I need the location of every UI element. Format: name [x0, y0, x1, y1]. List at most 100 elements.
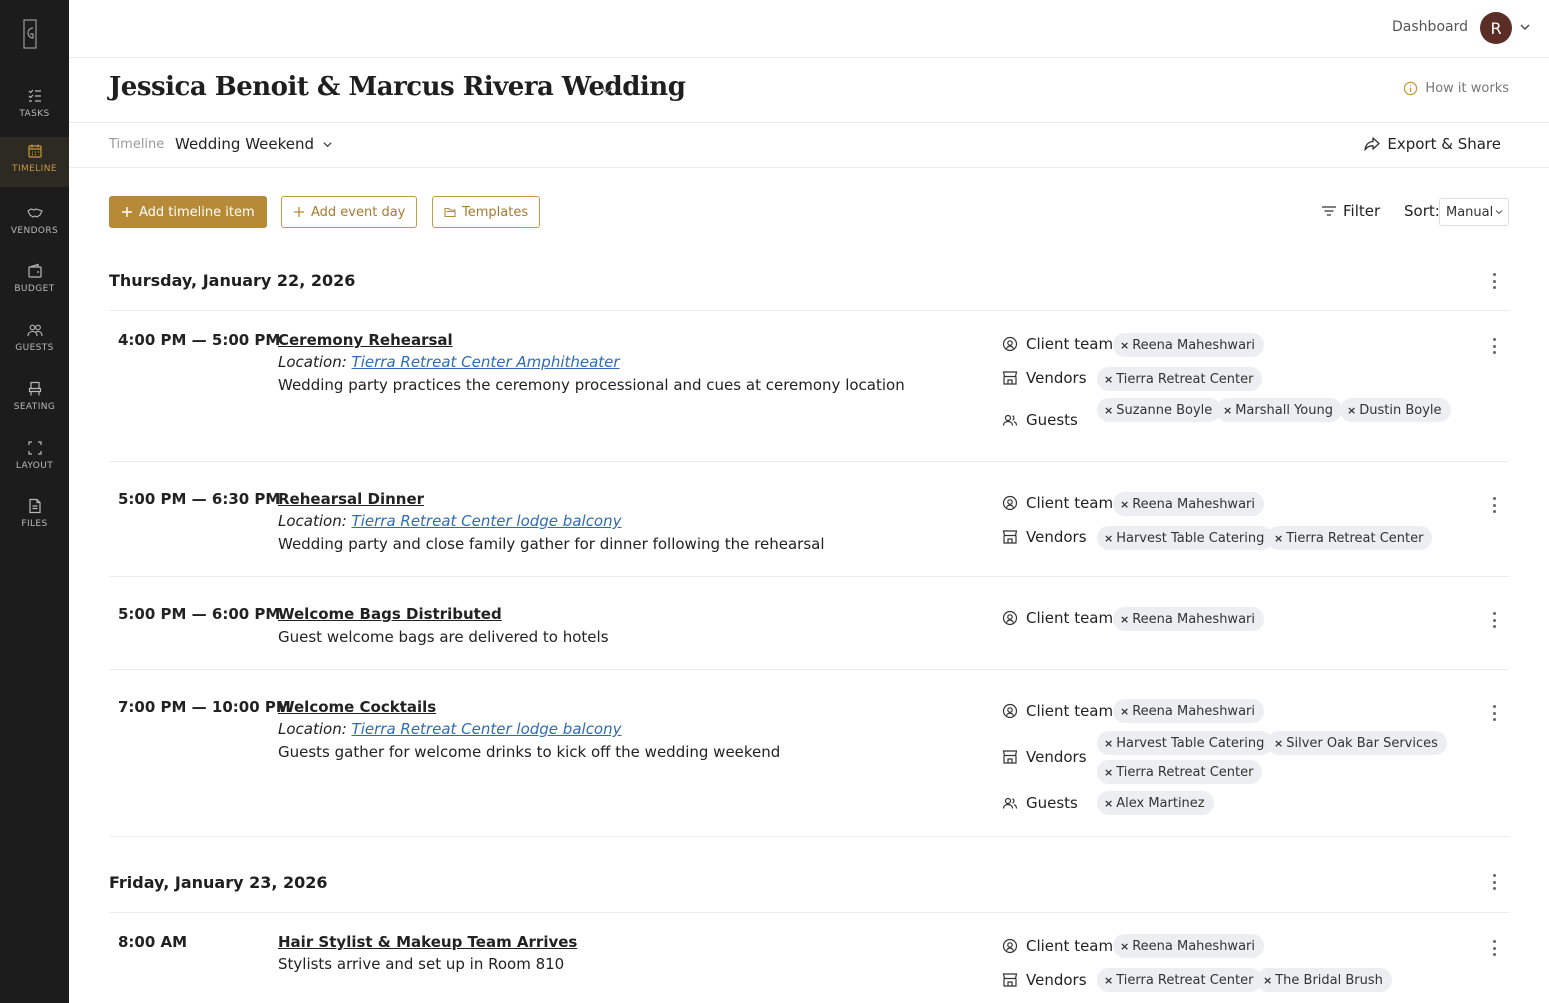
remove-icon[interactable]: × — [1120, 339, 1129, 352]
role-vendors: Vendors — [1002, 748, 1087, 766]
remove-icon[interactable]: × — [1120, 613, 1129, 626]
vendor-chip[interactable]: × Tierra Retreat Center — [1097, 367, 1263, 391]
remove-icon[interactable]: × — [1104, 404, 1113, 417]
nav-item-seating[interactable]: SEATING — [0, 375, 69, 427]
templates-button[interactable]: Templates — [432, 196, 541, 228]
remove-icon[interactable]: × — [1223, 404, 1232, 417]
sort-select[interactable]: Manual — [1439, 198, 1509, 226]
remove-icon[interactable]: × — [1274, 532, 1283, 545]
handshake-icon — [26, 208, 43, 218]
nav-label: VENDORS — [10, 226, 59, 236]
vendor-chip[interactable]: × Tierra Retreat Center — [1097, 760, 1263, 784]
remove-icon[interactable]: × — [1347, 404, 1356, 417]
location-link[interactable]: Tierra Retreat Center lodge balcony — [352, 720, 622, 738]
divider — [109, 310, 1509, 311]
vendor-chip[interactable]: × Tierra Retreat Center — [1097, 968, 1263, 992]
day-more-options-icon[interactable] — [1492, 273, 1496, 289]
nav-item-budget[interactable]: BUDGET — [0, 257, 69, 309]
plus-icon — [294, 207, 304, 217]
guests-icon — [1002, 797, 1018, 809]
nav-label: LAYOUT — [15, 461, 54, 471]
tasks-icon — [28, 89, 41, 102]
nav-label: FILES — [21, 519, 48, 529]
nav-item-tasks[interactable]: TASKS — [0, 82, 69, 134]
chip-label: Harvest Table Catering — [1116, 530, 1265, 546]
how-it-works-link[interactable]: How it works — [1403, 81, 1509, 96]
remove-icon[interactable]: × — [1104, 766, 1113, 779]
client-team-icon — [1002, 610, 1018, 626]
filter-button[interactable]: Filter — [1321, 202, 1380, 220]
remove-icon[interactable]: × — [1104, 373, 1113, 386]
remove-icon[interactable]: × — [1274, 737, 1283, 750]
remove-icon[interactable]: × — [1104, 532, 1113, 545]
item-more-options-icon[interactable] — [1492, 940, 1496, 956]
remove-icon[interactable]: × — [1104, 797, 1113, 810]
day-more-options-icon[interactable] — [1492, 874, 1496, 890]
client-team-chip[interactable]: × Reena Maheshwari — [1113, 333, 1264, 357]
item-title[interactable]: Welcome Cocktails — [278, 698, 436, 716]
plus-icon — [122, 207, 132, 217]
item-title[interactable]: Hair Stylist & Makeup Team Arrives — [278, 933, 577, 951]
role-vendors: Vendors — [1002, 528, 1087, 546]
chip-label: Tierra Retreat Center — [1116, 764, 1254, 780]
role-client-team: Client team — [1002, 494, 1113, 512]
nav-item-layout[interactable]: LAYOUT — [0, 434, 69, 486]
nav-item-files[interactable]: FILES — [0, 492, 69, 544]
remove-icon[interactable]: × — [1104, 974, 1113, 987]
role-label: Client team — [1026, 494, 1114, 512]
avatar[interactable]: R — [1480, 12, 1512, 44]
how-it-works-label: How it works — [1425, 81, 1509, 96]
client-team-chip[interactable]: × Reena Maheshwari — [1113, 699, 1264, 723]
timeline-select[interactable]: Wedding Weekend — [175, 135, 333, 153]
role-label: Vendors — [1026, 369, 1087, 387]
item-more-options-icon[interactable] — [1492, 338, 1496, 354]
role-label: Vendors — [1026, 528, 1087, 546]
remove-icon[interactable]: × — [1120, 498, 1129, 511]
remove-icon[interactable]: × — [1263, 974, 1272, 987]
location-link[interactable]: Tierra Retreat Center Amphitheater — [352, 353, 620, 371]
vendor-chip[interactable]: × Silver Oak Bar Services — [1267, 731, 1447, 755]
vendor-chip[interactable]: × Harvest Table Catering — [1097, 731, 1274, 755]
item-time: 8:00 AM — [118, 933, 188, 951]
expand-icon — [27, 441, 42, 455]
nav-item-vendors[interactable]: VENDORS — [0, 199, 69, 251]
client-team-chip[interactable]: × Reena Maheshwari — [1113, 607, 1264, 631]
client-team-chip[interactable]: × Reena Maheshwari — [1113, 492, 1264, 516]
guest-chip[interactable]: × Suzanne Boyle — [1097, 398, 1222, 422]
app-logo[interactable] — [22, 18, 38, 50]
nav-item-guests[interactable]: GUESTS — [0, 316, 69, 368]
timeline-select-value: Wedding Weekend — [175, 135, 315, 153]
item-title[interactable]: Rehearsal Dinner — [278, 490, 424, 508]
guest-chip[interactable]: × Alex Martinez — [1097, 791, 1214, 815]
chip-label: Reena Maheshwari — [1132, 611, 1255, 627]
store-icon — [1002, 973, 1018, 987]
item-title[interactable]: Welcome Bags Distributed — [278, 605, 502, 623]
vendor-chip[interactable]: × Tierra Retreat Center — [1267, 526, 1433, 550]
remove-icon[interactable]: × — [1120, 705, 1129, 718]
item-time: 4:00 PM — 5:00 PM — [118, 331, 281, 349]
remove-icon[interactable]: × — [1120, 940, 1129, 953]
item-more-options-icon[interactable] — [1492, 612, 1496, 628]
add-event-day-button[interactable]: Add event day — [281, 196, 418, 228]
item-location: Location: Tierra Retreat Center lodge ba… — [278, 512, 622, 530]
item-more-options-icon[interactable] — [1492, 497, 1496, 513]
dashboard-link[interactable]: Dashboard — [1392, 19, 1468, 35]
item-more-options-icon[interactable] — [1492, 705, 1496, 721]
vendor-chip[interactable]: × Harvest Table Catering — [1097, 526, 1274, 550]
guest-chip[interactable]: × Marshall Young — [1216, 398, 1342, 422]
chip-label: Silver Oak Bar Services — [1286, 735, 1438, 751]
vendor-chip[interactable]: × The Bridal Brush — [1256, 968, 1392, 992]
location-link[interactable]: Tierra Retreat Center lodge balcony — [352, 512, 622, 530]
remove-icon[interactable]: × — [1104, 737, 1113, 750]
nav-item-timeline[interactable]: TIMELINE — [0, 137, 69, 187]
role-label: Client team — [1026, 702, 1114, 720]
add-timeline-item-button[interactable]: Add timeline item — [109, 196, 267, 228]
guest-chip[interactable]: × Dustin Boyle — [1340, 398, 1451, 422]
chevron-down-icon[interactable] — [600, 83, 614, 97]
page-header: Jessica Benoit & Marcus Rivera Wedding H… — [69, 58, 1549, 123]
item-title[interactable]: Ceremony Rehearsal — [278, 331, 453, 349]
export-share-button[interactable]: Export & Share — [1363, 135, 1501, 153]
chevron-down-icon[interactable] — [1519, 21, 1531, 33]
client-team-chip[interactable]: × Reena Maheshwari — [1113, 934, 1264, 958]
role-guests: Guests — [1002, 411, 1078, 429]
